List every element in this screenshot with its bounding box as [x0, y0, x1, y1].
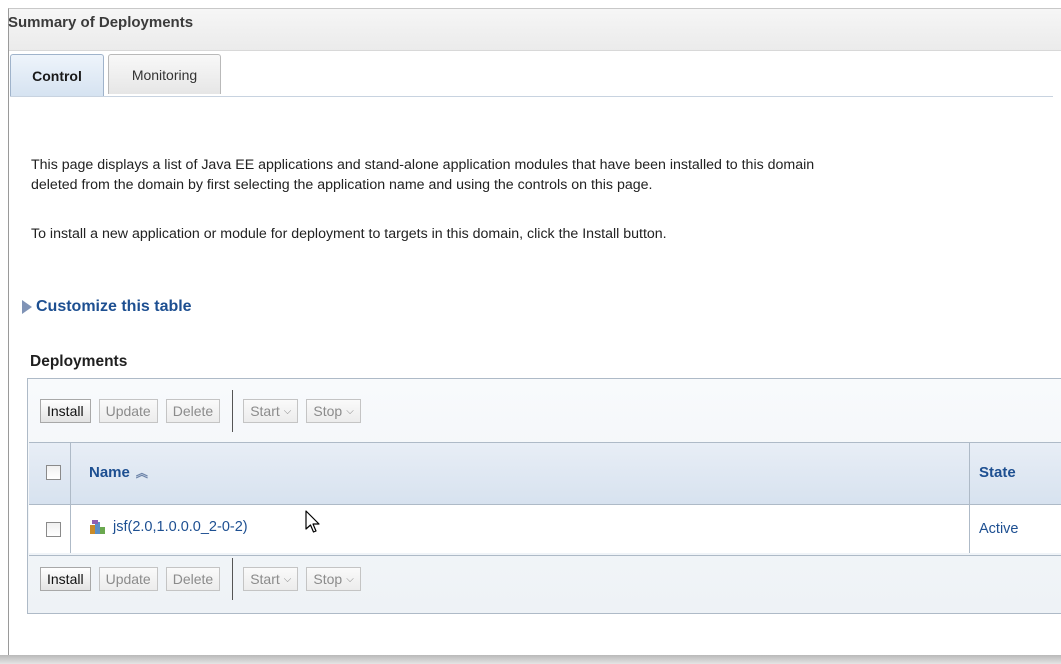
table-row: jsf(2.0,1.0.0.0_2-0-2) Active [29, 505, 1061, 553]
table-header: Name ︽ State [29, 443, 1061, 505]
start-button[interactable]: Start ⌵ [243, 399, 299, 423]
page-title: Summary of Deployments [8, 14, 194, 31]
chevron-down-icon: ⌵ [283, 573, 292, 585]
row-checkbox[interactable] [46, 522, 61, 537]
stop-button-label: Stop [313, 571, 343, 587]
delete-button[interactable]: Delete [165, 567, 221, 591]
delete-button[interactable]: Delete [165, 399, 221, 423]
tab-control[interactable]: Control [10, 54, 104, 96]
update-button[interactable]: Update [98, 399, 158, 423]
chevron-down-icon: ⌵ [346, 573, 354, 585]
application-icon [90, 520, 105, 534]
application-link[interactable]: jsf(2.0,1.0.0.0_2-0-2) [89, 519, 248, 535]
start-button-label: Start [250, 571, 280, 587]
application-state: Active [979, 521, 1019, 537]
start-button[interactable]: Start ⌵ [243, 567, 299, 591]
customize-table-link[interactable]: Customize this table [22, 298, 192, 316]
toolbar-bottom: Install Update Delete Start ⌵ Stop ⌵ [40, 558, 369, 600]
stop-button-label: Stop [313, 403, 343, 419]
column-divider [70, 443, 71, 553]
toolbar-separator [232, 558, 234, 600]
expand-triangle-icon [22, 300, 32, 314]
deployments-table: Install Update Delete Start ⌵ Stop ⌵ Nam… [27, 378, 1061, 614]
select-all-checkbox[interactable] [46, 465, 61, 480]
deployments-title: Deployments [30, 353, 128, 370]
column-state-header[interactable]: State [979, 464, 1016, 481]
column-name-label: Name [89, 464, 130, 481]
intro-line-2: deleted from the domain by first selecti… [31, 177, 653, 193]
intro-line-1: This page displays a list of Java EE app… [31, 157, 815, 173]
install-hint: To install a new application or module f… [31, 226, 667, 242]
update-button[interactable]: Update [98, 567, 158, 591]
stop-button[interactable]: Stop ⌵ [306, 399, 361, 423]
application-name: jsf(2.0,1.0.0.0_2-0-2) [113, 519, 248, 535]
toolbar-top: Install Update Delete Start ⌵ Stop ⌵ [40, 390, 369, 432]
stop-button[interactable]: Stop ⌵ [306, 567, 361, 591]
chevron-down-icon: ⌵ [346, 405, 354, 417]
sort-ascending-icon[interactable]: ︽ [136, 464, 148, 481]
start-button-label: Start [250, 403, 280, 419]
bottom-border [0, 655, 1061, 664]
install-button[interactable]: Install [40, 399, 91, 423]
install-button[interactable]: Install [40, 567, 91, 591]
column-name-header[interactable]: Name ︽ [89, 464, 148, 481]
customize-table-label: Customize this table [36, 298, 192, 315]
tab-monitoring[interactable]: Monitoring [108, 54, 221, 94]
toolbar-separator [232, 390, 234, 432]
column-divider [969, 443, 970, 553]
tab-divider [10, 96, 1053, 97]
deployments-grid: Name ︽ State jsf(2.0,1.0.0.0_2-0-2) Acti… [29, 442, 1061, 556]
mouse-pointer-icon [305, 510, 320, 533]
chevron-down-icon: ⌵ [283, 405, 292, 417]
intro-text: This page displays a list of Java EE app… [31, 155, 814, 195]
